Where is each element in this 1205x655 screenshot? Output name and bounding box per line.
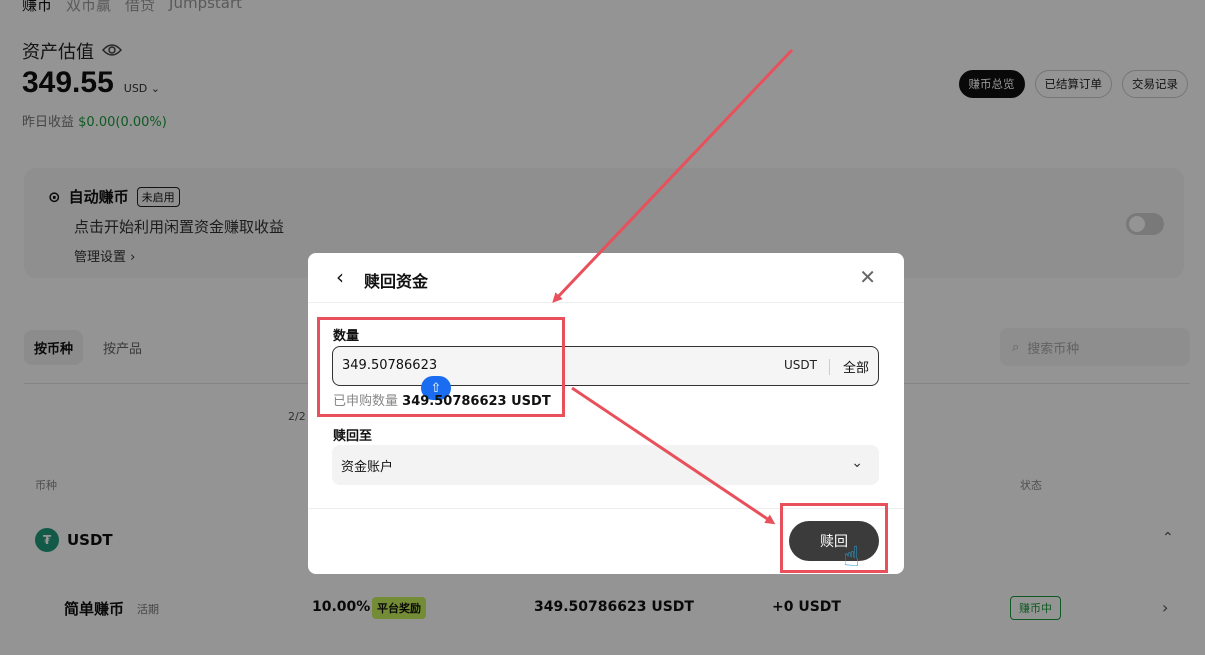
annotation-arrows xyxy=(552,48,794,525)
arrow-to-redeem xyxy=(571,386,776,525)
arrow-to-quantity xyxy=(552,48,794,303)
pointer-hand-icon: ☝ xyxy=(843,540,861,573)
